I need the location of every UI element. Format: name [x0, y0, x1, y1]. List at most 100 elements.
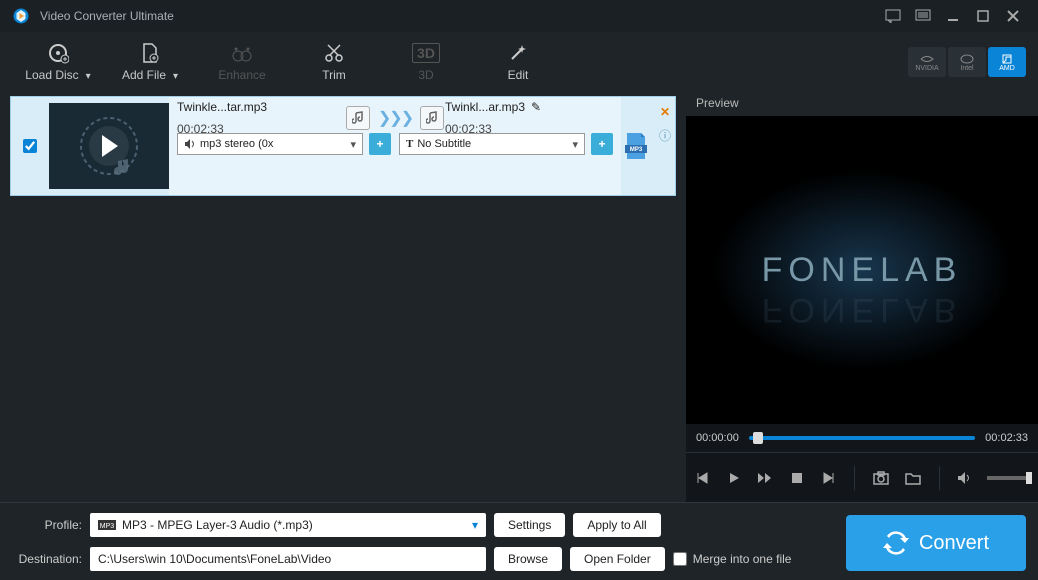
edit-button[interactable]: Edit: [472, 36, 564, 88]
add-subtitle-button[interactable]: +: [591, 133, 613, 155]
svg-text:MP3: MP3: [630, 147, 643, 153]
file-thumbnail[interactable]: [49, 103, 169, 189]
time-bar: 00:00:00 00:02:33: [686, 424, 1038, 452]
preview-panel: Preview FONELAB 00:00:00 00:02:33: [686, 92, 1038, 502]
nvidia-label: NVIDIA: [915, 65, 938, 72]
intel-icon: [960, 53, 974, 65]
main-toolbar: Load Disc Add File Enhance Trim 3D 3D Ed…: [0, 32, 1038, 92]
fast-forward-button[interactable]: [755, 467, 775, 489]
wand-icon: [508, 43, 528, 63]
app-title: Video Converter Ultimate: [40, 9, 174, 23]
merge-label: Merge into one file: [693, 552, 792, 566]
next-button[interactable]: [819, 467, 839, 489]
chevron-down-icon: [170, 68, 178, 82]
3d-icon: 3D: [412, 43, 440, 63]
prev-button[interactable]: [692, 467, 712, 489]
menu-icon[interactable]: [910, 6, 936, 26]
playback-controls: [686, 452, 1038, 502]
subtitle-icon: T: [406, 138, 413, 150]
file-checkbox[interactable]: [23, 139, 37, 153]
convert-button[interactable]: Convert: [846, 515, 1026, 571]
edit-name-icon[interactable]: ✎: [531, 100, 541, 114]
chevron-down-icon: ▾: [572, 138, 578, 151]
destination-input[interactable]: [90, 547, 486, 571]
feedback-icon[interactable]: [880, 6, 906, 26]
amd-label: AMD: [999, 65, 1015, 72]
audio-track-select[interactable]: mp3 stereo (0x ▾: [177, 133, 363, 155]
audio-track-value: mp3 stereo (0x: [200, 138, 273, 150]
intel-label: Intel: [960, 65, 973, 72]
chevron-down-icon: [83, 68, 91, 82]
bottom-bar: Profile: MP3 MP3 - MPEG Layer-3 Audio (*…: [0, 502, 1038, 580]
preview-screen[interactable]: FONELAB: [686, 116, 1038, 424]
info-button[interactable]: ⓘ: [659, 127, 671, 144]
profile-label: Profile:: [12, 518, 82, 532]
scissors-icon: [324, 43, 344, 63]
enhance-icon: [231, 44, 253, 62]
subtitle-value: No Subtitle: [417, 138, 471, 150]
remove-file-button[interactable]: ✕: [660, 105, 670, 119]
open-folder-button[interactable]: [903, 467, 923, 489]
volume-icon[interactable]: [956, 467, 976, 489]
source-filename: Twinkle...tar.mp3: [177, 100, 345, 114]
seek-slider[interactable]: [749, 436, 975, 440]
open-folder-button[interactable]: Open Folder: [570, 547, 665, 571]
file-plus-icon: [140, 42, 160, 64]
load-disc-button[interactable]: Load Disc: [12, 36, 104, 88]
dest-filename: Twinkl...ar.mp3✎: [445, 100, 613, 114]
merge-checkbox-input[interactable]: [673, 552, 687, 566]
volume-slider[interactable]: [987, 476, 1032, 480]
speaker-icon: [184, 138, 196, 150]
3d-button: 3D 3D: [380, 36, 472, 88]
audio-thumb-icon: [74, 111, 144, 181]
amd-icon: [1000, 53, 1014, 65]
preview-label: Preview: [686, 92, 1038, 116]
nvidia-icon: [919, 53, 935, 65]
add-file-label: Add File: [122, 68, 166, 82]
dest-music-icon: [420, 106, 444, 130]
browse-button[interactable]: Browse: [494, 547, 562, 571]
add-file-button[interactable]: Add File: [104, 36, 196, 88]
apply-all-button[interactable]: Apply to All: [573, 513, 660, 537]
disc-icon: [47, 42, 69, 64]
mp3-small-icon: MP3: [98, 518, 116, 532]
trim-label: Trim: [322, 68, 346, 82]
settings-button[interactable]: Settings: [494, 513, 565, 537]
file-item[interactable]: Twinkle...tar.mp3 00:02:33 ❯❯❯ Twinkl...…: [10, 96, 676, 196]
edit-label: Edit: [508, 68, 529, 82]
add-audio-button[interactable]: +: [369, 133, 391, 155]
3d-label: 3D: [418, 68, 433, 82]
brand-watermark: FONELAB: [762, 251, 963, 290]
stop-button[interactable]: [787, 467, 807, 489]
enhance-label: Enhance: [218, 68, 265, 82]
total-time: 00:02:33: [985, 432, 1028, 444]
minimize-button[interactable]: [940, 6, 966, 26]
format-badge: MP3: [621, 97, 655, 195]
snapshot-button[interactable]: [871, 467, 891, 489]
mp3-file-icon: MP3: [621, 131, 651, 161]
intel-toggle[interactable]: Intel: [948, 47, 986, 77]
destination-label: Destination:: [12, 552, 82, 566]
trim-button[interactable]: Trim: [288, 36, 380, 88]
gpu-group: NVIDIA Intel AMD: [908, 47, 1026, 77]
play-button[interactable]: [724, 467, 744, 489]
arrow-icon: ❯❯❯: [378, 108, 412, 128]
chevron-down-icon: ▾: [472, 518, 478, 532]
svg-text:MP3: MP3: [100, 523, 115, 530]
profile-value: MP3 - MPEG Layer-3 Audio (*.mp3): [122, 518, 313, 532]
convert-icon: [883, 530, 909, 556]
title-bar: Video Converter Ultimate: [0, 0, 1038, 32]
amd-toggle[interactable]: AMD: [988, 47, 1026, 77]
current-time: 00:00:00: [696, 432, 739, 444]
profile-select[interactable]: MP3 MP3 - MPEG Layer-3 Audio (*.mp3) ▾: [90, 513, 486, 537]
convert-label: Convert: [919, 532, 989, 555]
app-logo-icon: [12, 7, 30, 25]
merge-checkbox[interactable]: Merge into one file: [673, 552, 792, 566]
nvidia-toggle[interactable]: NVIDIA: [908, 47, 946, 77]
close-button[interactable]: [1000, 6, 1026, 26]
subtitle-select[interactable]: T No Subtitle ▾: [399, 133, 585, 155]
maximize-button[interactable]: [970, 6, 996, 26]
enhance-button: Enhance: [196, 36, 288, 88]
source-music-icon: [346, 106, 370, 130]
chevron-down-icon: ▾: [350, 138, 356, 151]
